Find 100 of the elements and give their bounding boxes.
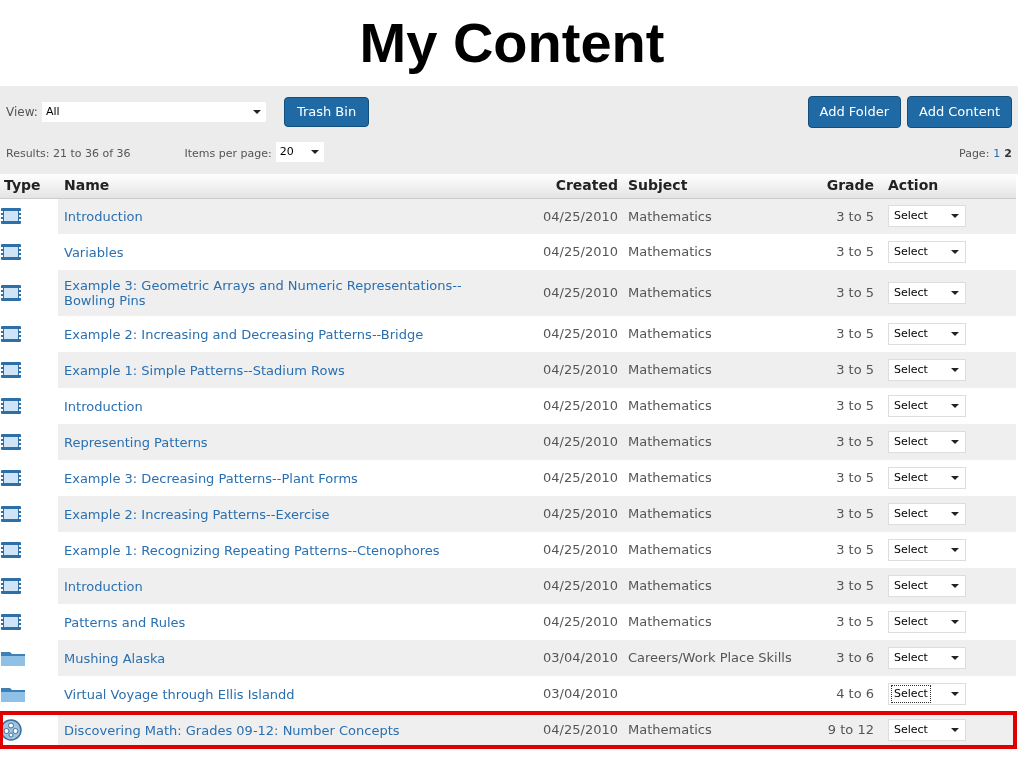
current-page[interactable]: 2 bbox=[1004, 145, 1012, 162]
grade-cell: 3 to 5 bbox=[836, 614, 874, 630]
grade-cell: 3 to 5 bbox=[836, 285, 874, 301]
caret-icon bbox=[950, 367, 960, 373]
date-cell: 04/25/2010 bbox=[543, 398, 618, 414]
grade-cell: 3 to 5 bbox=[836, 208, 874, 224]
content-link[interactable]: Variables bbox=[64, 244, 124, 260]
content-link[interactable]: Mushing Alaska bbox=[64, 650, 166, 666]
caret-icon bbox=[950, 619, 960, 625]
date-cell: 03/04/2010 bbox=[543, 686, 618, 702]
subject-cell: Mathematics bbox=[628, 722, 712, 738]
add-folder-button[interactable]: Add Folder bbox=[807, 96, 901, 128]
content-link[interactable]: Example 2: Increasing and Decreasing Patterns--Bridge bbox=[64, 326, 424, 342]
content-link[interactable]: Introduction bbox=[64, 398, 143, 414]
caret-icon bbox=[950, 213, 960, 220]
subject-cell: Mathematics bbox=[628, 285, 712, 301]
subject-cell: Mathematics bbox=[628, 434, 712, 450]
caret-icon bbox=[950, 583, 960, 589]
page-link[interactable]: 1 bbox=[993, 145, 1001, 162]
action-dropdown[interactable]: Select bbox=[888, 282, 966, 304]
content-link[interactable]: Patterns and Rules bbox=[64, 614, 186, 630]
grade-cell: 3 to 5 bbox=[836, 542, 874, 558]
results-count: Results: 21 to 36 of 36 bbox=[6, 145, 131, 162]
add-content-button[interactable]: Add Content bbox=[907, 96, 1012, 128]
content-link[interactable]: Example 1: Recognizing Repeating Patterns--Ctenophores bbox=[64, 542, 440, 558]
caret-icon bbox=[950, 403, 960, 409]
caret-icon bbox=[950, 439, 960, 445]
date-cell: 04/25/2010 bbox=[543, 434, 618, 450]
action-dropdown[interactable]: Select bbox=[888, 241, 966, 263]
action-dropdown[interactable]: Select bbox=[888, 575, 966, 597]
action-dropdown[interactable]: Select bbox=[888, 539, 966, 561]
date-cell: 04/25/2010 bbox=[543, 285, 618, 301]
grade-cell: 9 to 12 bbox=[827, 722, 874, 738]
column-header: Subject bbox=[622, 174, 812, 198]
content-link[interactable]: Representing Patterns bbox=[64, 434, 208, 450]
date-cell: 04/25/2010 bbox=[543, 470, 618, 486]
items-per-page-label: Items per page: bbox=[184, 145, 272, 162]
content-link[interactable]: Introduction bbox=[64, 578, 143, 594]
subject-cell: Mathematics bbox=[628, 326, 712, 342]
caret-icon bbox=[950, 727, 960, 733]
caret-icon bbox=[950, 475, 960, 481]
content-link[interactable]: Introduction bbox=[64, 208, 143, 224]
caret-icon bbox=[950, 511, 960, 517]
content-link[interactable]: Example 3: Geometric Arrays and Numeric Representations--Bowling Pins bbox=[64, 278, 484, 308]
content-link[interactable]: Example 3: Decreasing Patterns--Plant Forms bbox=[64, 470, 358, 486]
subject-cell: Mathematics bbox=[628, 208, 712, 224]
action-dropdown[interactable]: Select bbox=[888, 611, 966, 633]
page-label: Page: bbox=[959, 145, 990, 162]
grade-cell: 4 to 6 bbox=[836, 686, 874, 702]
action-dropdown[interactable]: Select bbox=[888, 683, 966, 705]
view-label: View: bbox=[6, 104, 38, 121]
content-link[interactable]: Example 2: Increasing Patterns--Exercise bbox=[64, 506, 330, 522]
action-dropdown[interactable]: Select bbox=[888, 395, 966, 417]
grade-cell: 3 to 5 bbox=[836, 470, 874, 486]
action-dropdown[interactable]: Select bbox=[888, 323, 966, 345]
caret-icon bbox=[251, 109, 262, 115]
date-cell: 04/25/2010 bbox=[543, 578, 618, 594]
content-link[interactable]: Virtual Voyage through Ellis Islandd bbox=[64, 686, 295, 702]
items-per-page-dropdown[interactable]: 20 bbox=[275, 142, 324, 162]
subject-cell: Mathematics bbox=[628, 578, 712, 594]
date-cell: 04/25/2010 bbox=[543, 244, 618, 260]
subject-cell: Mathematics bbox=[628, 244, 712, 260]
subject-cell: Mathematics bbox=[628, 398, 712, 414]
subject-cell: Mathematics bbox=[628, 470, 712, 486]
caret-icon bbox=[950, 290, 960, 296]
subject-cell: Mathematics bbox=[628, 362, 712, 378]
grade-cell: 3 to 5 bbox=[836, 244, 874, 260]
action-dropdown[interactable]: Select bbox=[888, 719, 966, 741]
view-dropdown[interactable]: All bbox=[41, 102, 266, 122]
grade-cell: 3 to 5 bbox=[836, 398, 874, 414]
grade-cell: 3 to 6 bbox=[836, 650, 874, 666]
date-cell: 04/25/2010 bbox=[543, 326, 618, 342]
caret-icon bbox=[950, 331, 960, 337]
caret-icon bbox=[950, 547, 960, 553]
action-dropdown[interactable]: Select bbox=[888, 467, 966, 489]
grade-cell: 3 to 5 bbox=[836, 506, 874, 522]
subject-cell: Careers/Work Place Skills bbox=[628, 650, 792, 666]
column-header: Name bbox=[58, 174, 520, 198]
column-header: Action bbox=[882, 174, 1016, 198]
subject-cell: Mathematics bbox=[628, 542, 712, 558]
action-dropdown[interactable]: Select bbox=[888, 503, 966, 525]
subject-cell: Mathematics bbox=[628, 506, 712, 522]
folder-icon bbox=[0, 649, 26, 667]
action-dropdown[interactable]: Select bbox=[888, 205, 966, 228]
grade-cell: 3 to 5 bbox=[836, 578, 874, 594]
content-link[interactable]: Discovering Math: Grades 09-12: Number Concepts bbox=[64, 722, 400, 738]
column-header: Grade bbox=[812, 174, 882, 198]
grade-cell: 3 to 5 bbox=[836, 434, 874, 450]
grade-cell: 3 to 5 bbox=[836, 326, 874, 342]
date-cell: 04/25/2010 bbox=[543, 362, 618, 378]
action-dropdown[interactable]: Select bbox=[888, 647, 966, 669]
action-dropdown[interactable]: Select bbox=[888, 359, 966, 381]
caret-icon bbox=[950, 249, 960, 255]
content-link[interactable]: Example 1: Simple Patterns--Stadium Rows bbox=[64, 362, 345, 378]
date-cell: 04/25/2010 bbox=[543, 208, 618, 224]
action-dropdown[interactable]: Select bbox=[888, 431, 966, 453]
date-cell: 04/25/2010 bbox=[543, 614, 618, 630]
date-cell: 04/25/2010 bbox=[543, 506, 618, 522]
caret-icon bbox=[950, 691, 960, 697]
trash-bin-button[interactable]: Trash Bin bbox=[283, 97, 370, 127]
